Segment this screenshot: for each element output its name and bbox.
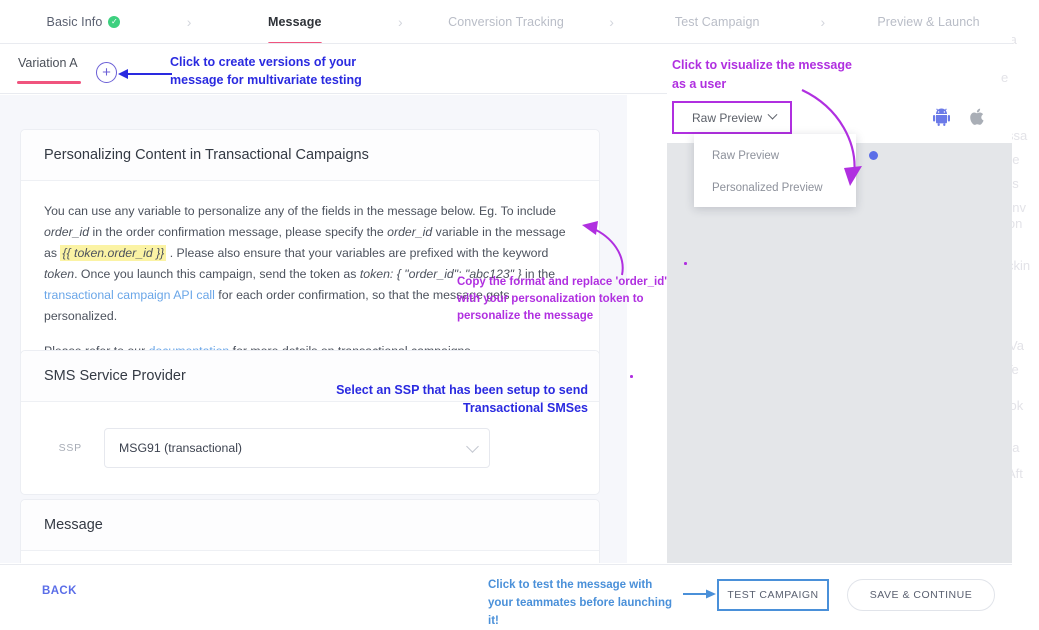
os-preview-toggle [933,108,985,131]
p1-text-b: in the order confirmation message, pleas… [89,225,388,239]
sms-service-provider-body: SSP MSG91 (transactional) [21,402,599,494]
check-circle-icon: ✓ [108,16,121,28]
personalization-info-card: Personalizing Content in Transactional C… [20,129,600,385]
android-icon[interactable] [933,108,950,131]
preview-option-label: Raw Preview [712,150,780,162]
back-button[interactable]: BACK [42,585,77,597]
personalization-paragraph-1: You can use any variable to personalize … [44,201,576,327]
variation-tab-a-label: Variation A [18,56,78,70]
save-continue-button[interactable]: SAVE & CONTINUE [847,579,995,611]
step-basic-info[interactable]: Basic Info ✓ [0,0,167,44]
annotation-preview: Click to visualize the message as a user [672,58,852,91]
wizard-footer: BACK TEST CAMPAIGN SAVE & CONTINUE [0,564,1012,621]
preview-mode-dropdown[interactable]: Raw Preview Personalized Preview [694,134,878,207]
p1-em-order-id-1: order_id [44,225,90,239]
step-label: Conversion Tracking [448,15,564,29]
api-call-link[interactable]: transactional campaign API call [44,288,215,302]
selected-indicator-dot [869,151,878,160]
token-format-highlight: {{ token.order_id }} [60,245,167,261]
p1-em-token: token [44,267,75,281]
step-test-campaign[interactable]: Test Campaign [634,0,801,44]
step-separator-icon: › [186,14,192,30]
p1-text-f: in the [521,267,556,281]
add-variation-button[interactable]: + [96,62,117,83]
apple-icon[interactable] [970,108,985,131]
ssp-select-value: MSG91 (transactional) [119,441,243,455]
p1-text-d: . Please also ensure that your variables… [166,246,549,260]
sms-service-provider-card: SMS Service Provider SSP MSG91 (transact… [20,350,600,495]
step-separator-icon: › [609,14,614,30]
test-campaign-button[interactable]: TEST CAMPAIGN [717,579,829,611]
step-preview-launch[interactable]: Preview & Launch [845,0,1012,44]
plus-icon: + [102,64,111,81]
chevron-down-icon [767,109,778,120]
personalization-info-title: Personalizing Content in Transactional C… [21,130,599,181]
sms-service-provider-title: SMS Service Provider [21,351,599,402]
ssp-select[interactable]: MSG91 (transactional) [104,428,490,468]
step-label: Preview & Launch [877,15,980,29]
step-message[interactable]: Message [211,0,378,45]
step-label: Message [267,15,322,29]
preview-option-raw-preview[interactable]: Raw Preview [694,140,878,172]
annotation-dot-1 [684,262,687,265]
variation-tab-active-underline [17,81,81,84]
ssp-field-label: SSP [58,442,82,454]
annotation-dot-2 [630,375,633,378]
step-separator-icon: › [820,14,826,30]
message-config-column: Personalizing Content in Transactional C… [0,95,627,563]
chevron-down-icon [466,440,479,453]
preview-mode-select[interactable]: Raw Preview [672,101,792,134]
variation-tab-a[interactable]: Variation A [17,56,81,84]
step-conversion-tracking[interactable]: Conversion Tracking [423,0,590,44]
message-card: Message [20,499,600,563]
preview-mode-value: Raw Preview [692,110,763,125]
p1-em-token-json: token: { "order_id": "abc123" } [359,267,522,281]
ssp-field-row: SSP MSG91 (transactional) [44,422,576,472]
message-card-title: Message [21,500,599,551]
step-separator-icon: › [398,14,403,30]
step-label: Basic Info [46,15,103,29]
preview-option-personalized-preview[interactable]: Personalized Preview [694,172,856,204]
ghost-text: e [1001,70,1009,85]
preview-option-label: Personalized Preview [712,182,823,194]
campaign-step-nav: Basic Info ✓ › Message › Conversion Tracking ›… [0,0,1012,45]
p1-text-e: . Once you launch this campaign, send th… [74,267,360,281]
p1-em-order-id-2: order_id [387,225,433,239]
p1-text-a: You can use any variable to personalize … [44,204,557,218]
message-card-body [21,551,599,563]
step-label: Test Campaign [674,15,760,29]
